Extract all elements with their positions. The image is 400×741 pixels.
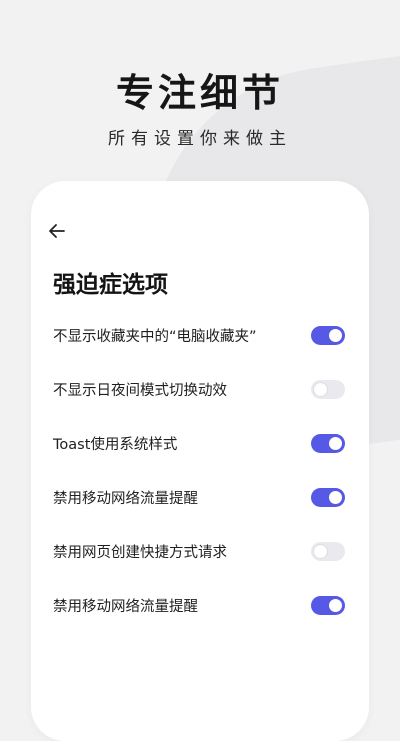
setting-label: 禁用移动网络流量提醒 [53,598,198,615]
setting-row: 禁用移动网络流量提醒 [53,480,345,514]
setting-label: 不显示日夜间模式切换动效 [53,382,227,399]
toggle-knob [329,328,342,342]
arrow-left-icon [49,224,65,238]
setting-toggle[interactable] [311,379,345,399]
setting-label: 禁用网页创建快捷方式请求 [53,544,227,561]
setting-toggle[interactable] [311,595,345,615]
toggle-knob [314,544,327,558]
toggle-knob [329,490,342,504]
hero-title: 专注细节 [115,71,284,115]
back-button[interactable] [45,219,69,243]
toggle-knob [314,382,327,396]
setting-row: 不显示日夜间模式切换动效 [53,372,345,406]
setting-toggle[interactable] [311,487,345,507]
setting-toggle[interactable] [311,433,345,453]
toggle-knob [329,598,342,612]
page-title: 强迫症选项 [53,272,168,298]
setting-label: 禁用移动网络流量提醒 [53,490,198,507]
setting-row: Toast使用系统样式 [53,426,345,460]
setting-row: 禁用移动网络流量提醒 [53,588,345,622]
hero-subtitle: 所有设置你来做主 [108,129,292,149]
setting-row: 禁用网页创建快捷方式请求 [53,534,345,568]
phone-screen: 强迫症选项 不显示收藏夹中的“电脑收藏夹” 不显示日夜间模式切换动效 Toast… [31,181,369,741]
setting-toggle[interactable] [311,541,345,561]
setting-label: Toast使用系统样式 [53,436,178,453]
setting-label: 不显示收藏夹中的“电脑收藏夹” [53,328,257,345]
toggle-knob [329,436,342,450]
setting-toggle[interactable] [311,325,345,345]
setting-row: 不显示收藏夹中的“电脑收藏夹” [53,318,345,352]
